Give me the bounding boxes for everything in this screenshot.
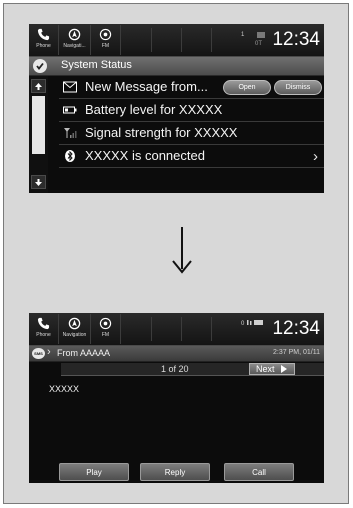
fm-button-label: FM <box>101 332 110 338</box>
radio-icon <box>99 317 112 330</box>
radio-icon <box>99 28 112 41</box>
bluetooth-icon <box>65 150 75 162</box>
signal-icon <box>64 128 77 138</box>
statusbar-divider <box>151 317 152 341</box>
scroll-up-button[interactable] <box>31 79 46 93</box>
page-title: System Status <box>61 59 132 71</box>
list-item-new-message[interactable]: New Message from... Open Dismiss <box>59 76 324 99</box>
fm-button[interactable]: FM <box>91 314 121 344</box>
list-item-battery[interactable]: Battery level for XXXXX <box>59 99 324 122</box>
system-status-screen: Phone Navigati... FM 1 0T 12:34 System S… <box>29 24 324 193</box>
message-screen: Phone Navigation FM 0 12:34 SMS › From A… <box>29 313 324 483</box>
clock: 12:34 <box>272 29 320 50</box>
dismiss-button[interactable]: Dismiss <box>274 80 322 95</box>
svg-text:1: 1 <box>241 32 245 38</box>
message-sender: From AAAAA <box>57 348 111 358</box>
svg-text:0: 0 <box>241 321 245 327</box>
phone-button-label: Phone <box>36 43 51 49</box>
navigation-button-label: Navigati... <box>63 43 86 49</box>
chevron-right-icon: › <box>47 346 51 358</box>
call-button[interactable]: Call <box>224 463 294 481</box>
svg-text:0T: 0T <box>255 41 262 47</box>
navigation-button[interactable]: Navigati... <box>59 25 91 55</box>
navigation-icon <box>68 28 81 41</box>
navigation-button[interactable]: Navigation <box>59 314 91 344</box>
phone-button[interactable]: Phone <box>29 314 59 344</box>
statusbar-divider <box>211 28 212 52</box>
scrollbar[interactable] <box>29 76 48 193</box>
status-bar: Phone Navigati... FM 1 0T 12:34 <box>29 24 324 57</box>
battery-icon <box>63 106 77 114</box>
scroll-up-icon <box>35 82 42 90</box>
play-triangle-icon <box>280 365 287 373</box>
statusbar-divider <box>211 317 212 341</box>
page-indicator: 1 of 20 <box>161 364 189 374</box>
fm-button-label: FM <box>101 43 110 49</box>
list-item-label: New Message from... <box>85 79 208 94</box>
title-bar: System Status <box>29 57 324 76</box>
list-item-bluetooth[interactable]: XXXXX is connected › <box>59 145 324 168</box>
message-body: XXXXX <box>49 384 80 394</box>
pagination-bar: 1 of 20 Next <box>61 363 324 376</box>
clock: 12:34 <box>272 318 320 339</box>
message-header[interactable]: SMS › From AAAAA 2:37 PM, 01/11 <box>29 346 324 362</box>
next-button-label: Next <box>256 364 275 374</box>
open-button[interactable]: Open <box>223 80 271 95</box>
phone-icon <box>37 28 50 41</box>
phone-button-label: Phone <box>36 332 51 338</box>
next-button[interactable]: Next <box>249 363 295 375</box>
arrow-down-icon <box>172 227 192 274</box>
navigation-icon <box>68 317 81 330</box>
envelope-icon <box>63 81 77 93</box>
scroll-thumb[interactable] <box>32 96 45 154</box>
phone-button[interactable]: Phone <box>29 25 59 55</box>
status-bar: Phone Navigation FM 0 12:34 <box>29 313 324 346</box>
message-timestamp: 2:37 PM, 01/11 <box>273 349 320 356</box>
statusbar-divider <box>181 28 182 52</box>
statusbar-divider <box>181 317 182 341</box>
fm-button[interactable]: FM <box>91 25 121 55</box>
chevron-right-icon[interactable]: › <box>313 148 318 165</box>
check-icon <box>33 59 47 73</box>
scroll-down-button[interactable] <box>31 175 46 189</box>
phone-icon <box>37 317 50 330</box>
list-item-label: XXXXX is connected <box>85 148 205 163</box>
navigation-button-label: Navigation <box>62 332 87 338</box>
statusbar-divider <box>151 28 152 52</box>
play-button[interactable]: Play <box>59 463 129 481</box>
reply-button[interactable]: Reply <box>140 463 210 481</box>
scroll-down-icon <box>35 178 42 186</box>
sms-icon: SMS <box>32 348 45 359</box>
list-item-label: Signal strength for XXXXX <box>85 125 238 140</box>
list-item-label: Battery level for XXXXX <box>85 102 223 117</box>
list-item-signal[interactable]: Signal strength for XXXXX <box>59 122 324 145</box>
